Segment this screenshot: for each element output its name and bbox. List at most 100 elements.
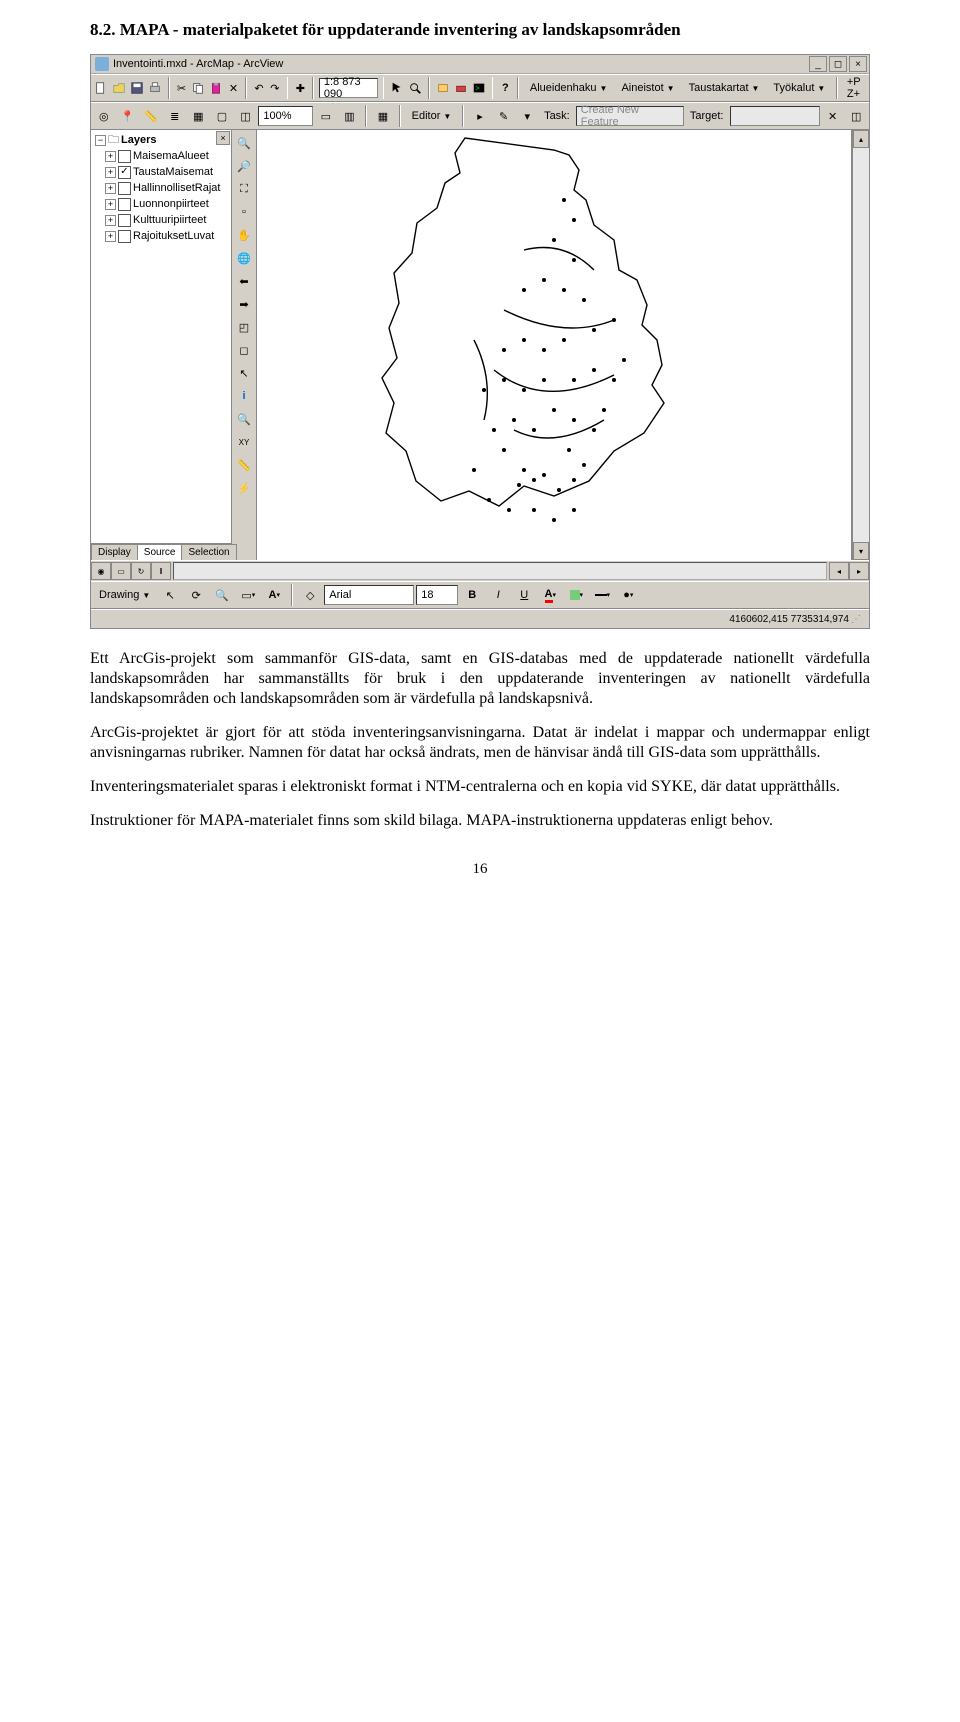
edit-pointer-icon[interactable]: ▸ xyxy=(469,104,491,128)
toc-item[interactable]: + HallinnollisetRajat xyxy=(95,180,229,196)
scroll-right-icon[interactable]: ▸ xyxy=(849,562,869,580)
select-features-icon[interactable]: ◰ xyxy=(233,316,255,338)
toc-item[interactable]: + MaisemaAlueet xyxy=(95,148,229,164)
redo-icon[interactable]: ↷ xyxy=(268,76,282,100)
task-select[interactable]: Create New Feature xyxy=(576,106,684,126)
minimize-button[interactable]: _ xyxy=(809,56,827,72)
hyperlink-icon[interactable]: ⚡ xyxy=(233,477,255,499)
expand-icon[interactable]: + xyxy=(105,215,116,226)
scroll-down-icon[interactable]: ▾ xyxy=(853,542,869,560)
zoom-out-icon[interactable]: 🔎 xyxy=(233,155,255,177)
underline-button[interactable]: U xyxy=(512,583,536,607)
map-canvas[interactable] xyxy=(257,130,852,560)
edit-vertices-icon[interactable]: ◇ xyxy=(298,583,322,607)
find-tool-icon[interactable]: 🔍 xyxy=(233,408,255,430)
expand-icon[interactable]: + xyxy=(105,199,116,210)
find-icon[interactable] xyxy=(407,76,423,100)
toolbox-icon[interactable] xyxy=(453,76,469,100)
expand-icon[interactable]: + xyxy=(105,151,116,162)
layer-icon[interactable]: ≣ xyxy=(164,104,186,128)
clear-selection-icon[interactable]: ◻ xyxy=(233,339,255,361)
drawing-menu[interactable]: Drawing▼ xyxy=(93,584,156,606)
font-color-icon[interactable]: A▾ xyxy=(538,583,562,607)
attributes-icon[interactable]: ✕ xyxy=(822,104,844,128)
tool-a-icon[interactable]: ▭ xyxy=(315,104,337,128)
toc-item[interactable]: + RajoituksetLuvat xyxy=(95,228,229,244)
titlebar[interactable]: Inventointi.mxd - ArcMap - ArcView _ ◻ × xyxy=(91,55,869,74)
tool-b-icon[interactable]: ▥ xyxy=(339,104,361,128)
select-rect-icon[interactable]: ◫ xyxy=(235,104,257,128)
zoom-in-icon[interactable]: 🔍 xyxy=(233,132,255,154)
layer-checkbox[interactable] xyxy=(118,214,131,227)
table-icon[interactable]: ▦ xyxy=(188,104,210,128)
rectangle-tool-icon[interactable]: ▭▾ xyxy=(236,583,260,607)
arccatalog-icon[interactable] xyxy=(435,76,451,100)
expand-icon[interactable]: + xyxy=(105,231,116,242)
save-icon[interactable] xyxy=(129,76,145,100)
layer-checkbox[interactable]: ✓ xyxy=(118,166,131,179)
tab-selection[interactable]: Selection xyxy=(181,544,236,560)
data-view-icon[interactable]: ◉ xyxy=(91,562,111,580)
identify-icon[interactable]: i xyxy=(233,385,255,407)
scroll-up-icon[interactable]: ▴ xyxy=(853,130,869,148)
open-icon[interactable] xyxy=(111,76,127,100)
delete-icon[interactable]: ✕ xyxy=(226,76,240,100)
zoom-input[interactable]: 100% xyxy=(258,106,313,126)
layer-checkbox[interactable] xyxy=(118,230,131,243)
italic-button[interactable]: I xyxy=(486,583,510,607)
zoom-draw-icon[interactable]: 🔍 xyxy=(210,583,234,607)
menu-alueidenhaku[interactable]: Alueidenhaku▼ xyxy=(524,77,614,99)
select-elements-icon[interactable]: ↖ xyxy=(233,362,255,384)
scale-input[interactable]: 1:8 873 090 xyxy=(319,78,378,98)
toc-item[interactable]: + Kulttuuripiirteet xyxy=(95,212,229,228)
rotate-icon[interactable]: ⟳ xyxy=(184,583,208,607)
select-element-icon[interactable]: ↖ xyxy=(158,583,182,607)
copy-icon[interactable] xyxy=(190,76,206,100)
undo-icon[interactable]: ↶ xyxy=(252,76,266,100)
command-line-icon[interactable]: > xyxy=(471,76,487,100)
tab-display[interactable]: Display xyxy=(91,544,138,560)
expand-icon[interactable]: + xyxy=(105,167,116,178)
prev-extent-icon[interactable]: ⬅ xyxy=(233,270,255,292)
text-tool-icon[interactable]: A▾ xyxy=(262,583,286,607)
pointer-tool-icon[interactable] xyxy=(389,76,405,100)
sketch-dd-icon[interactable]: ▾ xyxy=(516,104,538,128)
refresh-icon[interactable]: ↻ xyxy=(131,562,151,580)
fixed-zoom-in-icon[interactable]: ⛶ xyxy=(233,178,255,200)
cut-icon[interactable]: ✂ xyxy=(175,76,189,100)
add-data-icon[interactable]: ✚ xyxy=(293,76,307,100)
font-size-select[interactable]: 18 xyxy=(416,585,458,605)
marker-icon[interactable]: 📍 xyxy=(117,104,139,128)
grid-icon[interactable]: ▦ xyxy=(372,104,394,128)
measure-icon[interactable]: 📏 xyxy=(233,454,255,476)
full-extent-icon[interactable]: 🌐 xyxy=(233,247,255,269)
target-select[interactable] xyxy=(730,106,820,126)
menu-tyokalut[interactable]: Työkalut▼ xyxy=(767,77,831,99)
editor-menu[interactable]: Editor▼ xyxy=(406,105,458,127)
menu-aineistot[interactable]: Aineistot▼ xyxy=(615,77,680,99)
horizontal-scrollbar[interactable] xyxy=(173,562,827,580)
sketch-props-icon[interactable]: ◫ xyxy=(845,104,867,128)
toc-item[interactable]: + Luonnonpiirteet xyxy=(95,196,229,212)
close-button[interactable]: × xyxy=(849,56,867,72)
layout-view-icon[interactable]: ▭ xyxy=(111,562,131,580)
line-color-icon[interactable]: ▾ xyxy=(590,583,614,607)
toc-item[interactable]: + ✓ TaustaMaisemat xyxy=(95,164,229,180)
print-icon[interactable] xyxy=(147,76,163,100)
pause-draw-icon[interactable]: ‖ xyxy=(151,562,171,580)
layer-checkbox[interactable] xyxy=(118,198,131,211)
marker-color-icon[interactable]: ●▾ xyxy=(616,583,640,607)
tab-source[interactable]: Source xyxy=(137,544,183,560)
resize-grip-icon[interactable]: ⋰ xyxy=(849,614,863,625)
next-extent-icon[interactable]: ➡ xyxy=(233,293,255,315)
layer-checkbox[interactable] xyxy=(118,182,131,195)
collapse-icon[interactable]: − xyxy=(95,135,106,146)
toc-close-button[interactable]: × xyxy=(216,131,230,145)
fixed-zoom-out-icon[interactable]: ▫ xyxy=(233,201,255,223)
sketch-icon[interactable]: ✎ xyxy=(493,104,515,128)
help-icon[interactable]: ? xyxy=(498,76,512,100)
menu-taustakartat[interactable]: Taustakartat▼ xyxy=(683,77,766,99)
toc-root[interactable]: − 🗀 Layers xyxy=(95,132,229,148)
layer-checkbox[interactable] xyxy=(118,150,131,163)
bold-button[interactable]: B xyxy=(460,583,484,607)
